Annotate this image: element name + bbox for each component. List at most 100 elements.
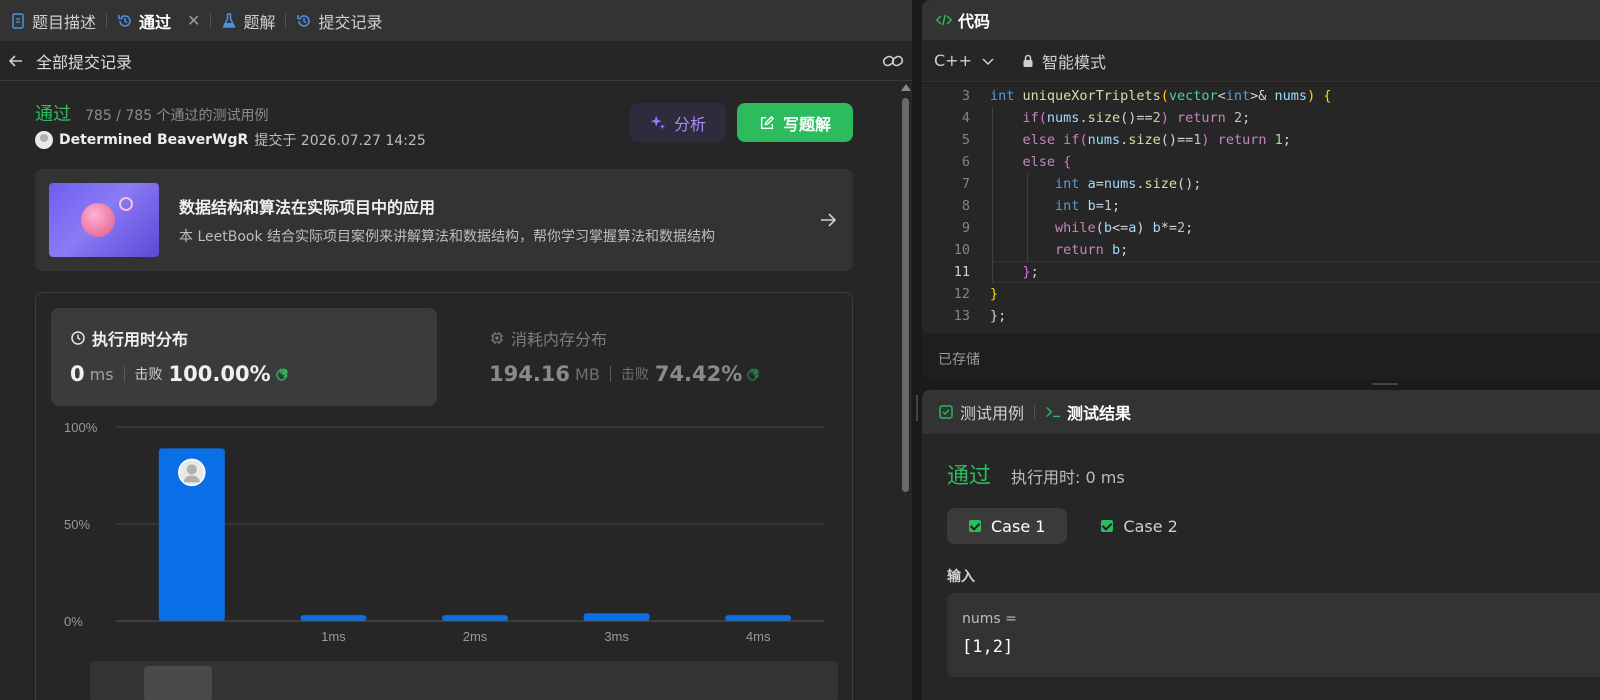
submission-status-row: 通过 785 / 785 个通过的测试用例 [35,100,269,126]
code-editor[interactable]: 3 int uniqueXorTriplets(vector<int>& nums… [922,83,1600,333]
panel-resize-handle[interactable] [912,0,922,700]
chart-bar[interactable] [725,615,792,621]
memory-beat-value: 74.42% [654,362,743,386]
link-icon[interactable] [882,53,904,69]
tab-testresult-label: 测试结果 [1067,404,1132,423]
terminal-icon [1045,404,1061,420]
resize-grip[interactable] [916,395,918,421]
chart-bar[interactable] [442,615,508,621]
resize-grip[interactable] [1372,383,1398,385]
memory-beat-label: 击败 [620,367,649,383]
smart-mode-label: 智能模式 [1041,52,1106,72]
case-tab-2[interactable]: Case 2 [1079,508,1199,544]
language-select[interactable]: C++ [934,51,996,70]
code-line: 5 else if(nums.size()==1) return 1; [961,132,1291,148]
edit-icon [759,115,775,131]
leetbook-text: 数据结构和算法在实际项目中的应用 本 LeetBook 结合实际项目案例来讲解算… [179,194,715,246]
vertical-resize-handle[interactable] [922,380,1600,390]
chart-bar[interactable] [583,613,650,621]
all-submissions-title[interactable]: 全部提交记录 [36,49,132,73]
memory-title: 消耗内存分布 [489,326,607,350]
left-tabbar: 题目描述 通过 ✕ 题解 提交记录 [0,0,912,41]
flask-icon [221,12,237,29]
case-tab-1-label: Case 1 [991,516,1046,536]
tab-divider [106,13,108,28]
runtime-unit: ms [89,364,114,384]
chart-bar[interactable] [300,615,367,621]
doc-icon [10,12,26,29]
memory-unit: MB [575,364,600,384]
input-label: 输入 [947,569,975,585]
code-line: 11 }; [953,264,1039,280]
scrollbar[interactable] [900,82,911,700]
leetbook-card[interactable]: 数据结构和算法在实际项目中的应用 本 LeetBook 结合实际项目案例来讲解算… [35,169,853,271]
submission-panel: 题目描述 通过 ✕ 题解 提交记录 全部提交记录 通过 785 / 785 个通… [0,0,912,700]
close-icon[interactable]: ✕ [187,11,200,30]
tab-accepted[interactable]: 通过 ✕ [113,0,204,41]
input-param-name: nums = [962,611,1017,627]
case-tab-2-label: Case 2 [1123,516,1178,536]
language-value: C++ [934,51,972,70]
code-line: 6 else { [961,154,1072,170]
result-row: 通过 执行用时: 0 ms [947,458,1125,490]
case-tabs: Case 1 Case 2 [947,508,1200,544]
tab-testcases[interactable]: 测试用例 [938,400,1024,424]
author-row: Determined BeaverWgR 提交于 2026.07.27 14:2… [35,130,426,150]
case-tab-1[interactable]: Case 1 [947,508,1068,544]
code-toolbar: C++ 智能模式 [922,40,1600,82]
cover-sphere [81,203,115,237]
runtime-values: 0 ms 击败 100.00% [70,362,292,386]
tab-testresult[interactable]: 测试结果 [1045,400,1131,424]
memory-card[interactable]: 消耗内存分布 194.16 MB 击败 74.42% [470,308,830,406]
code-icon [936,12,952,28]
history-icon [296,13,312,29]
write-solution-label: 写题解 [782,114,831,134]
analyze-button[interactable]: 分析 [630,103,726,142]
tab-solutions[interactable]: 题解 [217,0,279,41]
check-icon [969,520,981,532]
lock-icon [1020,53,1036,69]
avatar[interactable] [35,131,53,149]
tab-testcases-label: 测试用例 [960,404,1025,423]
x-tick-label: 3ms [604,629,629,644]
y-tick-label: 50% [64,517,90,532]
code-line: 3 int uniqueXorTriplets(vector<int>& nums… [961,88,1332,104]
status-accepted: 通过 [35,104,71,125]
input-box: nums = [1,2] [947,593,1600,677]
tab-divider [210,13,212,28]
clap-icon [274,365,292,383]
check-icon [1101,520,1114,532]
code-line: 4 if(nums.size()==2) return 2; [961,110,1251,126]
divider [609,366,611,382]
tab-submissions-label: 提交记录 [318,12,383,32]
saved-status: 已存储 [938,352,980,368]
back-arrow-icon[interactable] [8,53,24,69]
tab-accepted-label: 通过 [139,12,172,32]
author-name[interactable]: Determined BeaverWgR [59,132,248,148]
smart-mode[interactable]: 智能模式 [1020,49,1106,73]
x-tick-label: 2ms [463,629,488,644]
runtime-beat-label: 击败 [134,367,163,383]
scroll-up-arrow[interactable] [901,84,911,91]
passed-cases-count: 785 / 785 个通过的测试用例 [85,108,269,124]
write-solution-button[interactable]: 写题解 [737,103,853,142]
y-tick-label: 0% [64,614,83,629]
runtime-distribution-chart[interactable]: 0% 50% 100% 1ms 2ms 3ms 4ms [36,413,854,700]
chip-icon [489,330,505,346]
x-tick-label: 1ms [321,629,346,644]
range-scroller-thumb [144,666,212,700]
scrollbar-thumb[interactable] [902,98,909,492]
x-tick-label: 4ms [746,629,771,644]
tab-submissions[interactable]: 提交记录 [292,0,386,41]
runtime-card[interactable]: 执行用时分布 0 ms 击败 100.00% [51,308,437,406]
chart-svg: 0% 50% 100% 1ms 2ms 3ms 4ms [64,420,838,700]
code-line: 12} [953,286,999,302]
tab-divider [1034,405,1036,419]
chevron-down-icon [980,53,996,69]
checkbox-icon [938,404,954,420]
arrow-right-icon[interactable] [819,211,837,229]
app-root: 题目描述 通过 ✕ 题解 提交记录 全部提交记录 通过 785 / 785 个通… [0,0,1600,700]
code-line: 9 while(b<=a) b*=2; [961,220,1194,236]
result-runtime: 执行用时: 0 ms [1011,468,1125,487]
tab-description[interactable]: 题目描述 [6,0,100,41]
